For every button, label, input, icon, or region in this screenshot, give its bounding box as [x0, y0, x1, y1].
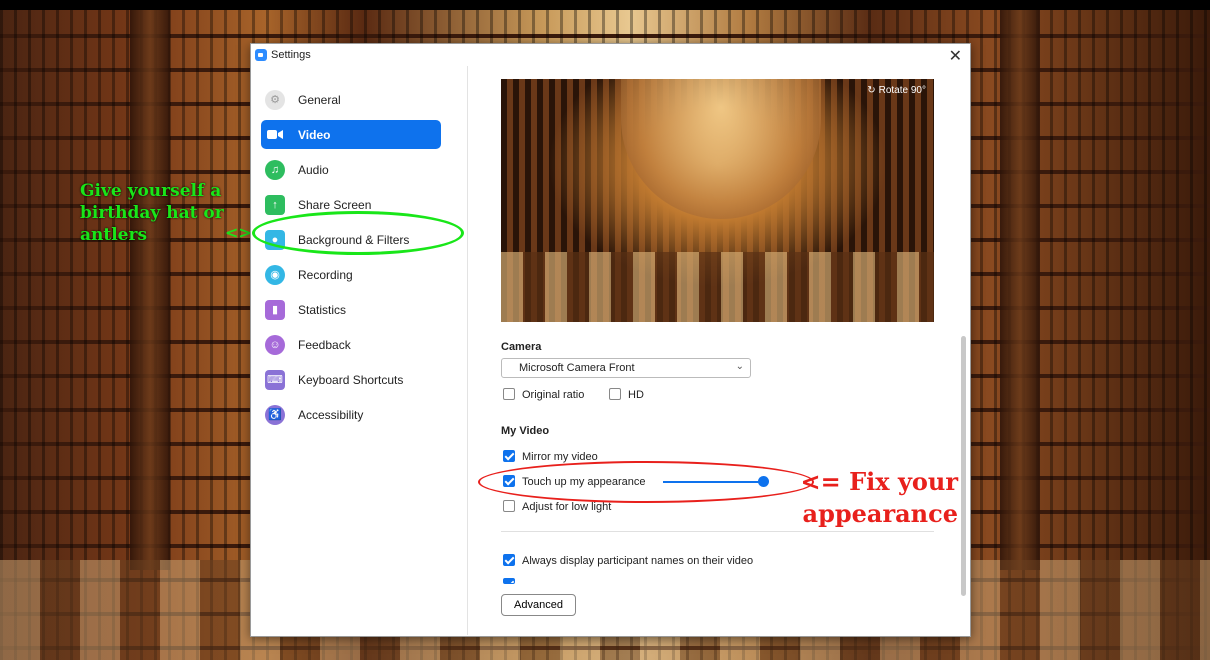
sidebar-item-feedback[interactable]: ☺ Feedback	[261, 330, 441, 359]
annotation-red-arrow: <=	[800, 467, 841, 496]
annotation-green-arrow: <>	[225, 223, 252, 242]
section-divider	[501, 531, 934, 532]
sidebar-item-statistics[interactable]: ▮ Statistics	[261, 295, 441, 324]
mirror-video-checkbox[interactable]	[503, 450, 515, 462]
original-ratio-label: Original ratio	[522, 389, 585, 401]
window-title: Settings	[271, 49, 311, 61]
background-icon: ●	[265, 229, 285, 250]
sidebar-item-label: General	[298, 92, 341, 107]
headphones-icon: ♫	[265, 159, 285, 180]
sidebar-item-background-filters[interactable]: ● Background & Filters	[261, 225, 441, 254]
background-column	[1000, 10, 1040, 570]
camera-select-value: Microsoft Camera Front	[519, 362, 635, 374]
my-video-heading: My Video	[501, 425, 550, 437]
statistics-icon: ▮	[265, 299, 285, 320]
video-settings-panel: ↻ Rotate 90° Camera Microsoft Camera Fro…	[468, 66, 968, 635]
always-display-names-checkbox[interactable]	[503, 554, 515, 566]
sidebar-item-label: Share Screen	[298, 197, 372, 212]
keyboard-icon: ⌨	[265, 369, 285, 390]
scrollbar[interactable]	[961, 336, 966, 596]
original-ratio-checkbox[interactable]	[503, 388, 515, 400]
clipped-checkbox[interactable]	[503, 578, 515, 584]
settings-window: Settings ✕ ⚙ General Video ♫ Audio ↑ Sha…	[250, 43, 971, 637]
sidebar-item-recording[interactable]: ◉ Recording	[261, 260, 441, 289]
touch-up-slider-handle[interactable]	[758, 476, 769, 487]
rotate-label: Rotate 90°	[878, 85, 926, 96]
recording-icon: ◉	[265, 264, 285, 285]
share-screen-icon: ↑	[265, 194, 285, 215]
preview-image-floor	[501, 252, 934, 322]
low-light-checkbox[interactable]	[503, 500, 515, 512]
rotate-button[interactable]: ↻ Rotate 90°	[867, 85, 926, 96]
sidebar-item-video[interactable]: Video	[261, 120, 441, 149]
sidebar-item-keyboard-shortcuts[interactable]: ⌨ Keyboard Shortcuts	[261, 365, 441, 394]
touch-up-slider-track[interactable]	[663, 481, 763, 483]
close-icon[interactable]: ✕	[949, 46, 962, 66]
video-preview: ↻ Rotate 90°	[501, 79, 934, 322]
chevron-down-icon: ⌄	[735, 361, 744, 372]
low-light-label: Adjust for low light	[522, 501, 612, 513]
sidebar-item-audio[interactable]: ♫ Audio	[261, 155, 441, 184]
gear-icon: ⚙	[265, 89, 285, 110]
sidebar-item-general[interactable]: ⚙ General	[261, 85, 441, 114]
accessibility-icon: ♿	[265, 404, 285, 425]
sidebar-item-label: Accessibility	[298, 407, 364, 422]
sidebar-item-label: Background & Filters	[298, 232, 410, 247]
sidebar-item-label: Feedback	[298, 337, 351, 352]
sidebar-item-accessibility[interactable]: ♿ Accessibility	[261, 400, 441, 429]
camera-heading: Camera	[501, 341, 542, 353]
mirror-video-label: Mirror my video	[522, 451, 598, 463]
always-display-names-label: Always display participant names on thei…	[522, 555, 754, 567]
sidebar-item-label: Statistics	[298, 302, 347, 317]
video-icon	[265, 125, 285, 145]
preview-image-arch	[621, 79, 821, 219]
feedback-icon: ☺	[265, 334, 285, 355]
zoom-app-icon	[255, 49, 267, 61]
sidebar-item-share-screen[interactable]: ↑ Share Screen	[261, 190, 441, 219]
background-column	[130, 10, 170, 570]
rotate-icon: ↻	[867, 85, 876, 96]
settings-sidebar: ⚙ General Video ♫ Audio ↑ Share Screen ●…	[251, 66, 468, 635]
sidebar-item-label: Audio	[298, 162, 329, 177]
annotation-fix-appearance: <= Fix your appearance	[800, 466, 958, 530]
touch-up-checkbox[interactable]	[503, 475, 515, 487]
camera-select[interactable]: Microsoft Camera Front ⌄	[501, 358, 751, 378]
advanced-button[interactable]: Advanced	[501, 594, 576, 616]
hd-label: HD	[628, 389, 644, 401]
sidebar-item-label: Video	[298, 127, 331, 142]
sidebar-item-label: Keyboard Shortcuts	[298, 372, 404, 387]
touch-up-label: Touch up my appearance	[522, 476, 646, 488]
sidebar-item-label: Recording	[298, 267, 353, 282]
hd-checkbox[interactable]	[609, 388, 621, 400]
title-bar: Settings ✕	[251, 44, 970, 66]
